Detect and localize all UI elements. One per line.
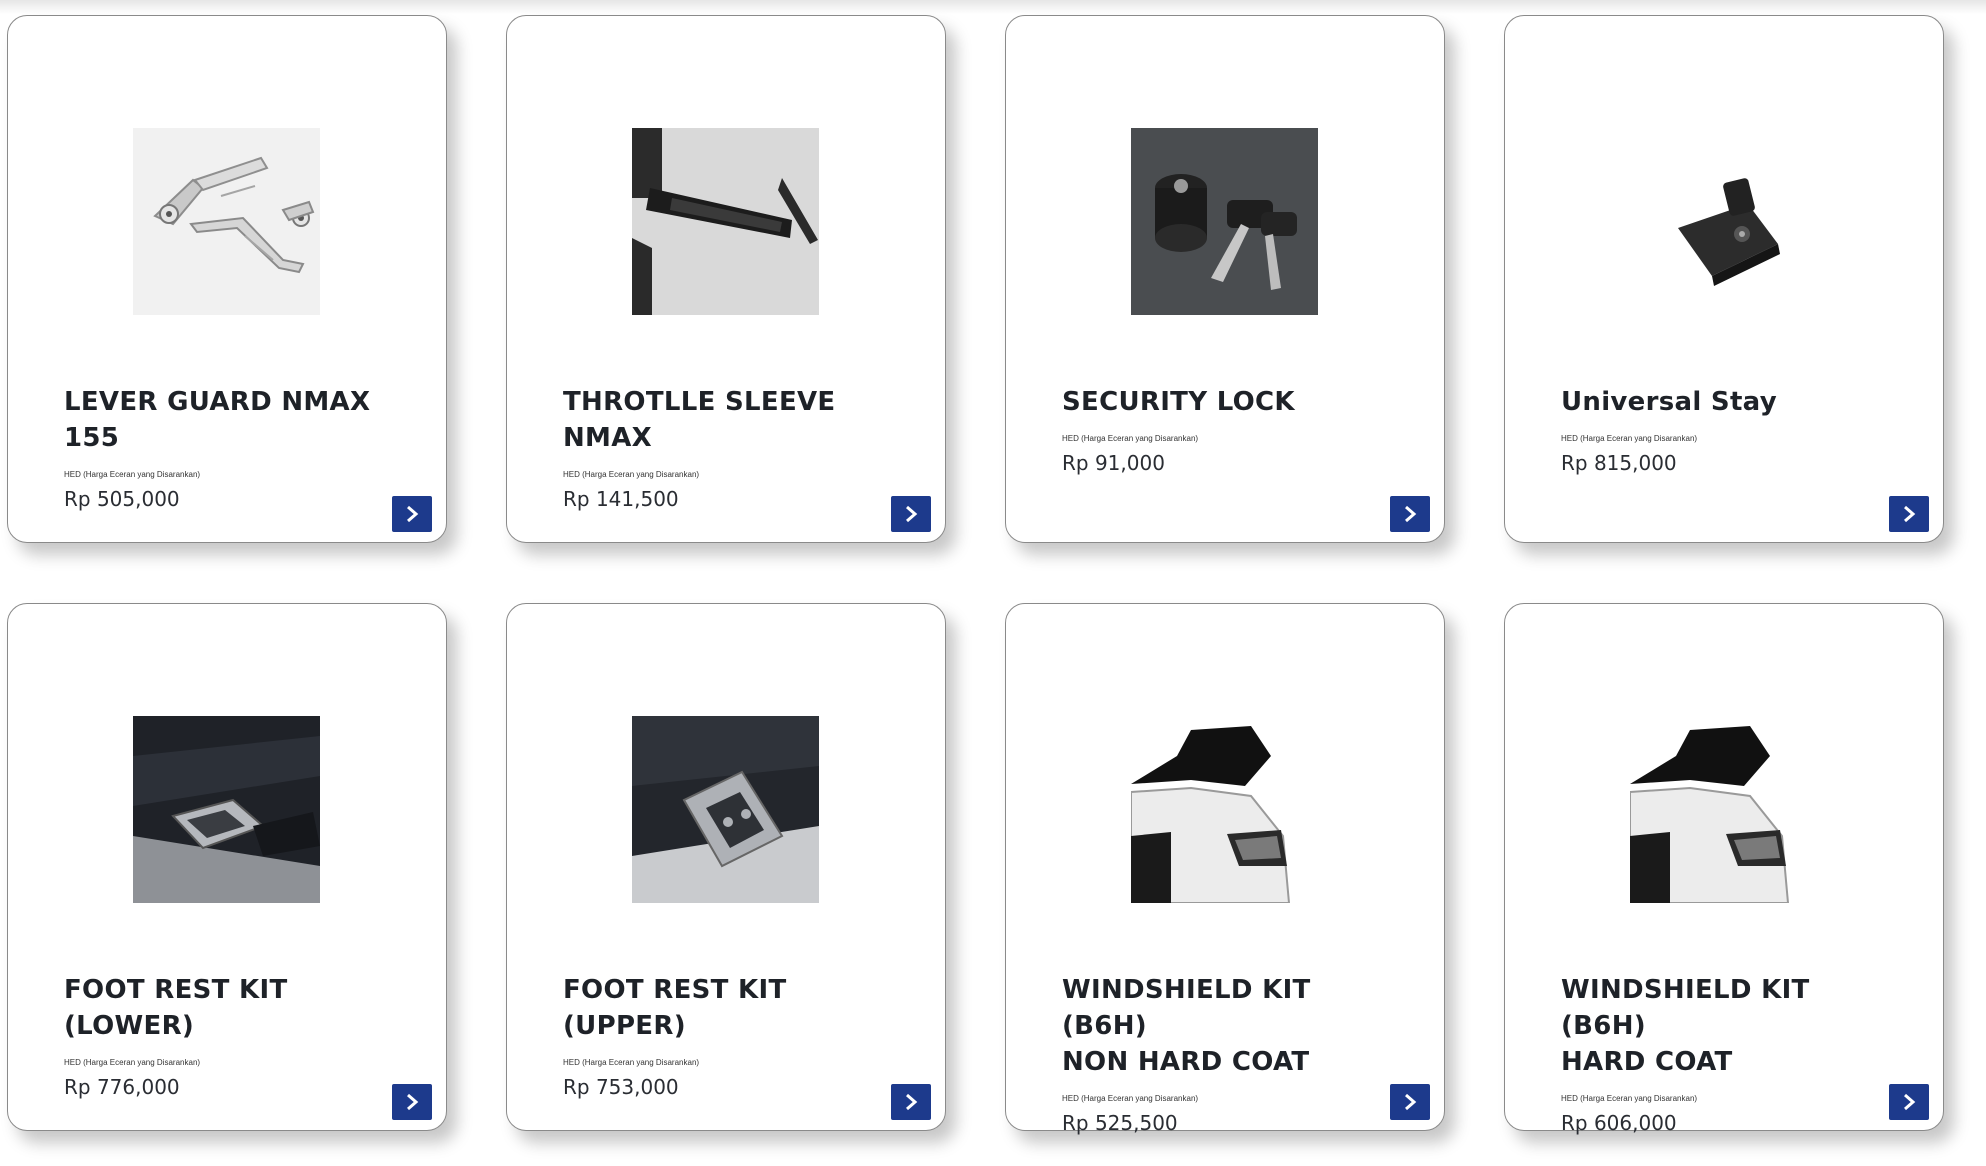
product-name[interactable]: WINDSHIELD KIT (B6H) NON HARD COAT	[1062, 972, 1402, 1080]
product-info: SECURITY LOCK HED (Harga Eceran yang Dis…	[1062, 384, 1402, 476]
product-price: Rp 776,000	[64, 1075, 180, 1099]
product-info: WINDSHIELD KIT (B6H) NON HARD COAT HED (…	[1062, 972, 1402, 1136]
product-price: Rp 141,500	[563, 487, 679, 511]
product-card[interactable]: FOOT REST KIT (UPPER) HED (Harga Eceran …	[506, 603, 946, 1131]
view-product-button[interactable]	[891, 496, 931, 532]
security-lock-photo	[1131, 128, 1318, 315]
chevron-right-icon	[403, 504, 421, 524]
chevron-right-icon	[403, 1092, 421, 1112]
product-card[interactable]: THROTLLE SLEEVE NMAX HED (Harga Eceran y…	[506, 15, 946, 543]
product-grid: LEVER GUARD NMAX 155 HED (Harga Eceran y…	[7, 15, 1944, 1135]
product-name[interactable]: WINDSHIELD KIT (B6H) HARD COAT	[1561, 972, 1901, 1080]
product-info: FOOT REST KIT (UPPER) HED (Harga Eceran …	[563, 972, 903, 1100]
hed-label: HED (Harga Eceran yang Disarankan)	[1561, 1094, 1698, 1103]
top-shadow	[0, 0, 1986, 14]
product-name[interactable]: LEVER GUARD NMAX 155	[64, 384, 404, 456]
universal-stay-photo	[1630, 128, 1817, 315]
product-name-line1: FOOT REST KIT	[64, 975, 288, 1005]
product-info: WINDSHIELD KIT (B6H) HARD COAT HED (Harg…	[1561, 972, 1901, 1136]
view-product-button[interactable]	[1390, 1084, 1430, 1120]
product-price: Rp 753,000	[563, 1075, 679, 1099]
hed-label: HED (Harga Eceran yang Disarankan)	[1062, 434, 1199, 443]
product-name[interactable]: Universal Stay	[1561, 384, 1901, 420]
product-info: THROTLLE SLEEVE NMAX HED (Harga Eceran y…	[563, 384, 903, 512]
product-name[interactable]: FOOT REST KIT (LOWER)	[64, 972, 404, 1044]
product-card[interactable]: WINDSHIELD KIT (B6H) NON HARD COAT HED (…	[1005, 603, 1445, 1135]
view-product-button[interactable]	[891, 1084, 931, 1120]
chevron-right-icon	[902, 504, 920, 524]
product-name[interactable]: THROTLLE SLEEVE NMAX	[563, 384, 903, 456]
hed-label: HED (Harga Eceran yang Disarankan)	[64, 1058, 201, 1067]
hed-label: HED (Harga Eceran yang Disarankan)	[563, 1058, 700, 1067]
product-name-line1: LEVER GUARD NMAX	[64, 387, 371, 417]
product-price: Rp 91,000	[1062, 451, 1165, 475]
product-image[interactable]	[632, 128, 819, 315]
product-price: Rp 606,000	[1561, 1111, 1677, 1135]
hed-label: HED (Harga Eceran yang Disarankan)	[563, 470, 700, 479]
product-card[interactable]: FOOT REST KIT (LOWER) HED (Harga Eceran …	[7, 603, 447, 1131]
product-name-line2: 155	[64, 423, 120, 453]
lever-guard-photo	[133, 128, 320, 315]
chevron-right-icon	[902, 1092, 920, 1112]
product-info: LEVER GUARD NMAX 155 HED (Harga Eceran y…	[64, 384, 404, 512]
product-image[interactable]	[632, 716, 819, 903]
product-name-line2: HARD COAT	[1561, 1047, 1733, 1077]
throttle-sleeve-photo	[632, 128, 819, 315]
product-image[interactable]	[1131, 716, 1318, 903]
view-product-button[interactable]	[1390, 496, 1430, 532]
product-name-line1: WINDSHIELD KIT (B6H)	[1561, 975, 1810, 1041]
product-image[interactable]	[1630, 128, 1817, 315]
product-name-line1: Universal Stay	[1561, 387, 1777, 417]
chevron-right-icon	[1401, 504, 1419, 524]
product-price: Rp 505,000	[64, 487, 180, 511]
product-image[interactable]	[133, 716, 320, 903]
view-product-button[interactable]	[392, 1084, 432, 1120]
product-card[interactable]: WINDSHIELD KIT (B6H) HARD COAT HED (Harg…	[1504, 603, 1944, 1135]
windshield-photo	[1131, 716, 1318, 903]
product-image[interactable]	[133, 128, 320, 315]
product-image[interactable]	[1131, 128, 1318, 315]
view-product-button[interactable]	[392, 496, 432, 532]
chevron-right-icon	[1401, 1092, 1419, 1112]
hed-label: HED (Harga Eceran yang Disarankan)	[1062, 1094, 1199, 1103]
product-price: Rp 815,000	[1561, 451, 1677, 475]
product-name-line2: NON HARD COAT	[1062, 1047, 1310, 1077]
chevron-right-icon	[1900, 504, 1918, 524]
product-name-line1: FOOT REST KIT (UPPER)	[563, 975, 787, 1041]
product-info: FOOT REST KIT (LOWER) HED (Harga Eceran …	[64, 972, 404, 1100]
product-card[interactable]: SECURITY LOCK HED (Harga Eceran yang Dis…	[1005, 15, 1445, 543]
view-product-button[interactable]	[1889, 1084, 1929, 1120]
product-card[interactable]: Universal Stay HED (Harga Eceran yang Di…	[1504, 15, 1944, 543]
product-name-line1: THROTLLE SLEEVE	[563, 387, 836, 417]
product-name[interactable]: FOOT REST KIT (UPPER)	[563, 972, 903, 1044]
product-name-line1: SECURITY LOCK	[1062, 387, 1295, 417]
product-name[interactable]: SECURITY LOCK	[1062, 384, 1402, 420]
foot-rest-upper-photo	[632, 716, 819, 903]
product-name-line1: WINDSHIELD KIT (B6H)	[1062, 975, 1311, 1041]
product-image[interactable]	[1630, 716, 1817, 903]
foot-rest-lower-photo	[133, 716, 320, 903]
chevron-right-icon	[1900, 1092, 1918, 1112]
product-name-line2: NMAX	[563, 423, 653, 453]
hed-label: HED (Harga Eceran yang Disarankan)	[1561, 434, 1698, 443]
product-info: Universal Stay HED (Harga Eceran yang Di…	[1561, 384, 1901, 476]
product-price: Rp 525,500	[1062, 1111, 1178, 1135]
product-name-line2: (LOWER)	[64, 1011, 195, 1041]
hed-label: HED (Harga Eceran yang Disarankan)	[64, 470, 201, 479]
product-card[interactable]: LEVER GUARD NMAX 155 HED (Harga Eceran y…	[7, 15, 447, 543]
windshield-photo	[1630, 716, 1817, 903]
view-product-button[interactable]	[1889, 496, 1929, 532]
